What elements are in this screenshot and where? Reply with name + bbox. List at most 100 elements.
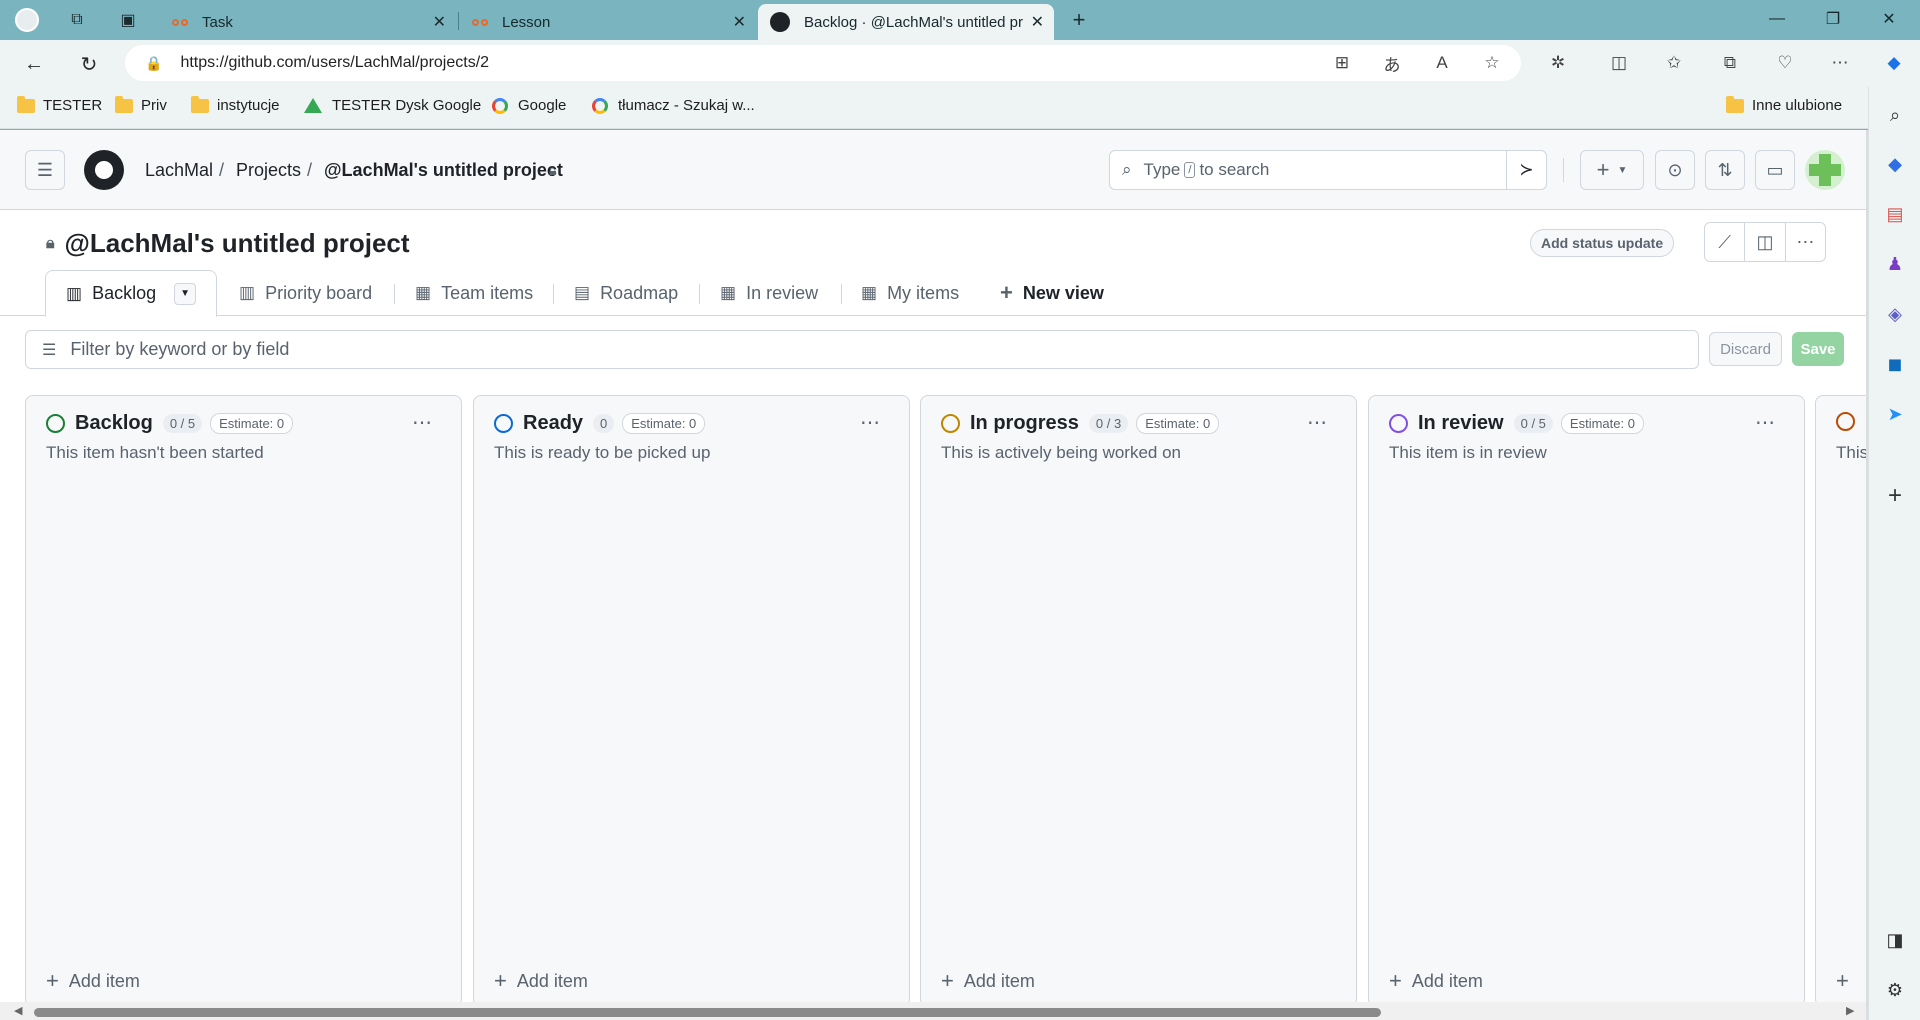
new-view-button[interactable]: + New view [1000,270,1104,316]
column-more-icon[interactable]: ⋯ [860,410,881,435]
browser-tab-backlog[interactable]: Backlog · @LachMal's untitled pr ✕ [758,4,1054,40]
address-bar[interactable]: 🔒 https://github.com/users/LachMal/proje… [125,45,1521,81]
github-header: ☰ LachMal / Projects / @LachMal's untitl… [0,130,1866,210]
bookmarks-bar: TESTER Priv instytucje TESTER Dysk Googl… [0,87,1868,129]
bookmark-priv[interactable]: Priv [115,95,167,114]
outlook-icon[interactable]: ◼ [1881,350,1909,378]
column-count: 0 / 5 [162,414,203,433]
github-logo-icon[interactable] [84,150,124,190]
tab-my-items[interactable]: ▦ My items [861,270,959,316]
translate-icon[interactable]: あ [1378,49,1406,77]
copilot-icon[interactable]: ◆ [1880,49,1908,77]
horizontal-scrollbar[interactable]: ◀ ▶ [0,1002,1866,1020]
search-icon[interactable]: ⌕ [1881,101,1909,129]
column-name: In progress [970,412,1079,434]
profile-icon[interactable] [12,6,42,34]
collections-icon[interactable]: ⧉ [1716,49,1744,77]
filter-input[interactable]: ☰ Filter by keyword or by field [25,330,1699,369]
tools-icon[interactable]: ▤ [1881,200,1909,228]
back-icon[interactable]: ← [17,48,51,80]
window-close-icon[interactable]: ✕ [1866,4,1912,34]
project-more-icon[interactable]: ⋯ [1786,223,1825,261]
roadmap-icon: ▤ [574,283,591,302]
issues-icon[interactable]: ⊙ [1655,150,1695,190]
favorite-star-icon[interactable]: ☆ [1478,49,1506,77]
view-label: In review [746,282,819,303]
add-item-button[interactable]: + Add item [494,968,588,994]
column-more-icon[interactable]: ⋯ [412,410,433,435]
bookmark-label: Google [518,97,567,114]
add-item-button[interactable]: + Add item [46,968,140,994]
bookmark-google[interactable]: Google [492,97,566,114]
tab-label: Backlog · @LachMal's untitled pr [804,13,1024,31]
plus-icon: + [494,968,507,993]
more-menu-icon[interactable]: ⋯ [1826,49,1854,77]
add-sidebar-app-icon[interactable]: + [1881,482,1909,510]
extensions-icon[interactable]: ✲ [1544,49,1572,77]
close-tab-icon[interactable]: ✕ [433,12,446,32]
search-input[interactable]: ⌕ Type / to search ≻ [1109,150,1547,190]
breadcrumb-owner[interactable]: LachMal [145,160,213,181]
inbox-icon[interactable]: ▭ [1755,150,1795,190]
user-avatar[interactable] [1805,150,1845,190]
browser-essentials-icon[interactable]: ♡ [1771,49,1799,77]
bookmark-tlumacz[interactable]: tłumacz - Szukaj w... [592,97,755,114]
column-description: This [1836,443,1866,462]
add-item-button[interactable]: + Add item [941,968,1035,994]
project-header-actions: ⟋ ◫ ⋯ [1704,222,1826,262]
browser-tab-lesson[interactable]: Lesson ✕ [460,4,756,40]
tab-backlog[interactable]: ▥ Backlog ▼ [45,270,218,317]
breadcrumb-projects[interactable]: Projects [236,160,301,181]
restore-icon[interactable]: ❐ [1810,4,1856,34]
breadcrumb-project[interactable]: @LachMal's untitled project [324,160,563,181]
app-available-icon[interactable]: ⊞ [1328,49,1356,77]
vertical-tabs-icon[interactable]: ▣ [113,6,143,34]
view-options-dropdown[interactable]: ▼ [174,282,197,305]
bookmark-tester[interactable]: TESTER [17,95,102,114]
bookmark-other-favorites[interactable]: Inne ulubione [1726,95,1842,114]
create-new-button[interactable]: + ▼ [1580,150,1644,190]
tab-roadmap[interactable]: ▤ Roadmap [574,270,678,316]
tab-team-items[interactable]: ▦ Team items [415,270,533,316]
column-more-icon[interactable]: ⋯ [1755,410,1776,435]
microsoft-365-icon[interactable]: ◈ [1881,300,1909,328]
side-panel-icon[interactable]: ◫ [1745,223,1786,261]
scroll-right-icon[interactable]: ▶ [1846,1004,1854,1017]
workspaces-icon[interactable]: ⧉ [62,6,92,34]
favorites-icon[interactable]: ✩ [1660,49,1688,77]
add-item-label: Add item [963,970,1035,991]
tab-in-review[interactable]: ▦ In review [720,270,818,316]
read-aloud-icon[interactable]: A [1428,49,1456,77]
bookmark-label: TESTER Dysk Google [332,97,482,114]
browser-tab-task[interactable]: Task ✕ [160,4,456,40]
close-tab-icon[interactable]: ✕ [1031,12,1044,32]
vertical-scrollbar[interactable] [1866,130,1868,1020]
close-tab-icon[interactable]: ✕ [733,12,746,32]
add-item-button[interactable]: + Add item [1389,968,1483,994]
shopping-icon[interactable]: ◆ [1881,150,1909,178]
bookmark-tester-drive[interactable]: TESTER Dysk Google [304,97,481,114]
tab-priority-board[interactable]: ▥ Priority board [239,270,372,316]
settings-gear-icon[interactable]: ⚙ [1881,976,1909,1004]
games-icon[interactable]: ♟ [1881,250,1909,278]
scrollbar-thumb[interactable] [34,1008,1381,1017]
table-icon: ▦ [415,283,432,302]
add-item-button[interactable]: + [1836,968,1859,994]
pull-requests-icon[interactable]: ⇅ [1705,150,1745,190]
save-button[interactable]: Save [1792,332,1844,366]
hamburger-menu-icon[interactable]: ☰ [25,150,65,190]
scroll-left-icon[interactable]: ◀ [14,1004,22,1017]
column-more-icon[interactable]: ⋯ [1307,410,1328,435]
minimize-icon[interactable]: — [1754,4,1800,34]
hide-sidebar-icon[interactable]: ◨ [1881,926,1909,954]
new-tab-icon[interactable]: + [1064,6,1094,34]
add-status-update-button[interactable]: Add status update [1530,229,1675,257]
bookmark-instytucje[interactable]: instytucje [191,95,280,114]
send-icon[interactable]: ➤ [1881,400,1909,428]
split-screen-icon[interactable]: ◫ [1605,49,1633,77]
command-palette-icon[interactable]: ≻ [1506,151,1546,189]
insights-chart-icon[interactable]: ⟋ [1705,223,1746,261]
discard-button[interactable]: Discard [1709,332,1782,366]
board-icon: ▥ [66,283,83,303]
refresh-icon[interactable]: ↻ [72,48,106,80]
